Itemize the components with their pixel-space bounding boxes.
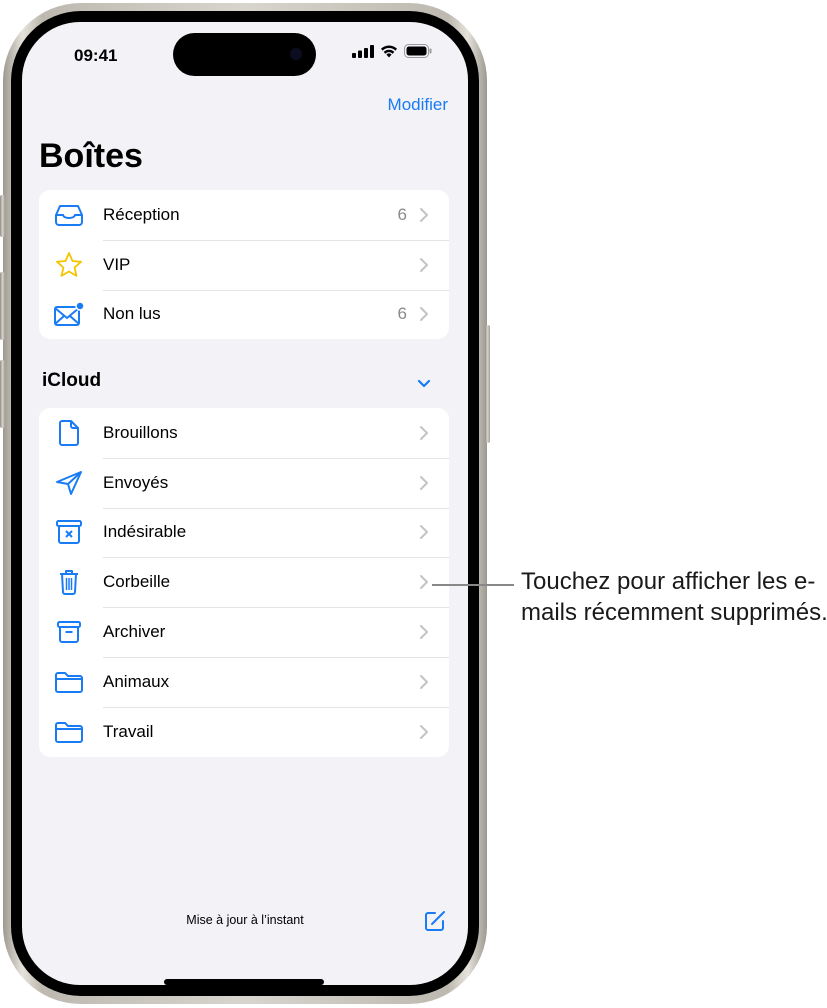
chevron-right-icon <box>420 475 428 490</box>
wifi-icon <box>381 45 397 57</box>
mailbox-row-folder-travail[interactable]: Travail <box>39 706 449 757</box>
mailbox-row-junk[interactable]: Indésirable <box>39 507 449 558</box>
chevron-right-icon <box>420 257 428 272</box>
folder-icon <box>53 668 85 696</box>
chevron-right-icon <box>420 724 428 739</box>
action-button <box>0 195 5 237</box>
trash-icon <box>53 568 85 596</box>
page-title: Boîtes <box>39 137 143 175</box>
mailbox-label: VIP <box>103 254 131 274</box>
unread-envelope-icon <box>53 300 85 328</box>
draft-document-icon <box>53 419 85 447</box>
chevron-right-icon <box>420 625 428 640</box>
callout-text: Touchez pour afficher les e-mails récemm… <box>521 568 827 626</box>
side-power-button <box>485 325 490 443</box>
chevron-right-icon <box>420 575 428 590</box>
cellular-signal-icon <box>352 44 374 58</box>
star-icon <box>53 251 85 279</box>
mailbox-label: Réception <box>103 204 180 224</box>
mailbox-row-archive[interactable]: Archiver <box>39 607 449 657</box>
update-status: Mise à jour à l’instant <box>186 913 304 927</box>
home-indicator[interactable] <box>164 979 324 985</box>
callout-leader-line <box>432 584 514 586</box>
chevron-down-icon[interactable] <box>416 378 432 390</box>
dynamic-island <box>173 33 316 76</box>
volume-up-button <box>0 272 5 340</box>
mailbox-row-sent[interactable]: Envoyés <box>39 457 449 508</box>
inbox-icon <box>53 201 85 229</box>
mailbox-row-unread[interactable]: Non lus 6 <box>39 289 449 340</box>
unread-count: 6 <box>397 204 407 224</box>
mailbox-row-drafts[interactable]: Brouillons <box>39 408 449 458</box>
archive-box-icon <box>53 618 85 646</box>
mailbox-row-vip[interactable]: VIP <box>39 239 449 290</box>
folder-icon <box>53 718 85 746</box>
status-icons <box>352 44 432 58</box>
chevron-right-icon <box>420 425 428 440</box>
icloud-section-title: iCloud <box>42 370 102 391</box>
volume-down-button <box>0 360 5 428</box>
mailbox-label: Travail <box>103 721 154 741</box>
mailbox-label: Indésirable <box>103 522 187 542</box>
mailbox-label: Animaux <box>103 671 170 691</box>
smart-mailboxes-list: Réception 6 VIP Non lus 6 <box>39 190 449 340</box>
mailbox-label: Envoyés <box>103 472 169 492</box>
chevron-right-icon <box>420 207 428 222</box>
unread-count: 6 <box>397 304 407 324</box>
mailbox-label: Corbeille <box>103 572 171 592</box>
mailbox-label: Non lus <box>103 304 161 324</box>
mailbox-label: Brouillons <box>103 422 178 442</box>
edit-button[interactable]: Modifier <box>388 95 448 115</box>
status-time: 09:41 <box>74 46 118 65</box>
mailbox-row-folder-animaux[interactable]: Animaux <box>39 656 449 707</box>
compose-icon[interactable] <box>423 909 447 933</box>
camera-icon <box>290 48 302 60</box>
mailbox-row-inbox[interactable]: Réception 6 <box>39 190 449 240</box>
mailbox-row-trash[interactable]: Corbeille <box>39 557 449 607</box>
paper-plane-icon <box>53 469 85 497</box>
battery-icon <box>404 44 432 58</box>
chevron-right-icon <box>420 307 428 322</box>
mailbox-label: Archiver <box>103 622 166 642</box>
mail-screen: 09:41 Modifier Boîtes Réception 6 VIP No… <box>22 22 468 985</box>
junk-bin-icon <box>53 518 85 546</box>
icloud-mailboxes-list: Brouillons Envoyés Indésirable Corbeille… <box>39 408 449 757</box>
chevron-right-icon <box>420 525 428 540</box>
chevron-right-icon <box>420 674 428 689</box>
